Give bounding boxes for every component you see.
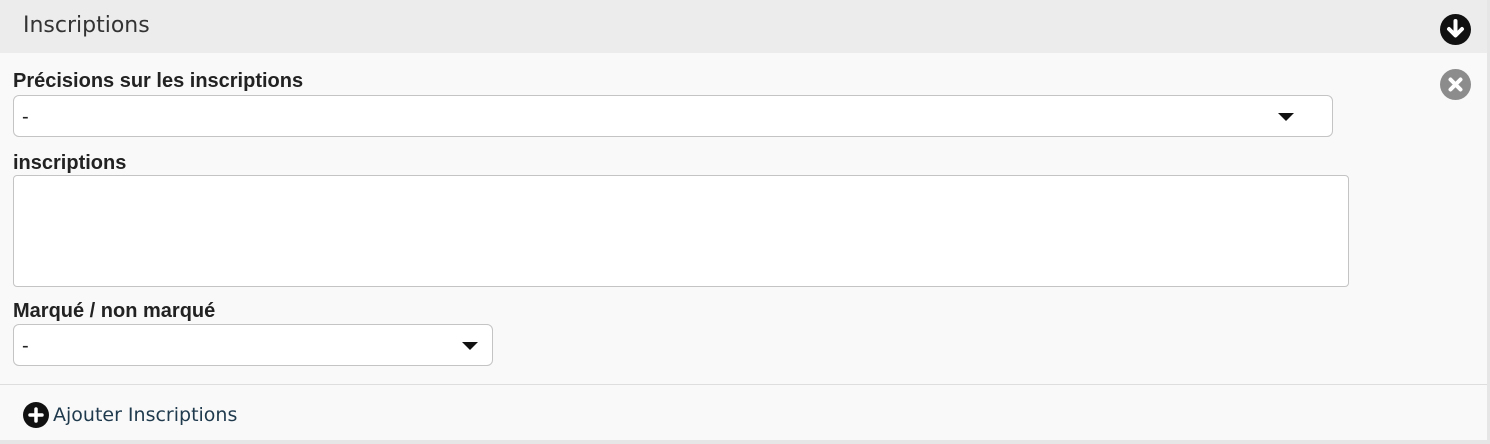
plus-circle-icon: [23, 402, 49, 428]
arrow-circle-down-icon[interactable]: [1440, 14, 1471, 45]
precisions-select[interactable]: -: [13, 95, 1333, 137]
caret-down-icon: [1278, 113, 1294, 121]
panel-footer: Ajouter Inscriptions: [0, 384, 1487, 440]
add-inscriptions-label: Ajouter Inscriptions: [53, 404, 238, 426]
precisions-label: Précisions sur les inscriptions: [13, 70, 304, 92]
inscriptions-panel: Inscriptions Précisions sur les inscript…: [0, 0, 1490, 444]
times-circle-icon[interactable]: [1440, 69, 1471, 100]
panel-title: Inscriptions: [23, 13, 150, 38]
marque-select-value: -: [22, 335, 29, 357]
inscriptions-label: inscriptions: [13, 152, 127, 174]
panel-header[interactable]: Inscriptions: [0, 0, 1487, 53]
precisions-select-value: -: [22, 106, 29, 128]
caret-down-icon: [462, 342, 478, 350]
marque-select[interactable]: -: [13, 324, 493, 366]
inscriptions-textarea[interactable]: [13, 175, 1349, 287]
marque-label: Marqué / non marqué: [13, 300, 216, 322]
